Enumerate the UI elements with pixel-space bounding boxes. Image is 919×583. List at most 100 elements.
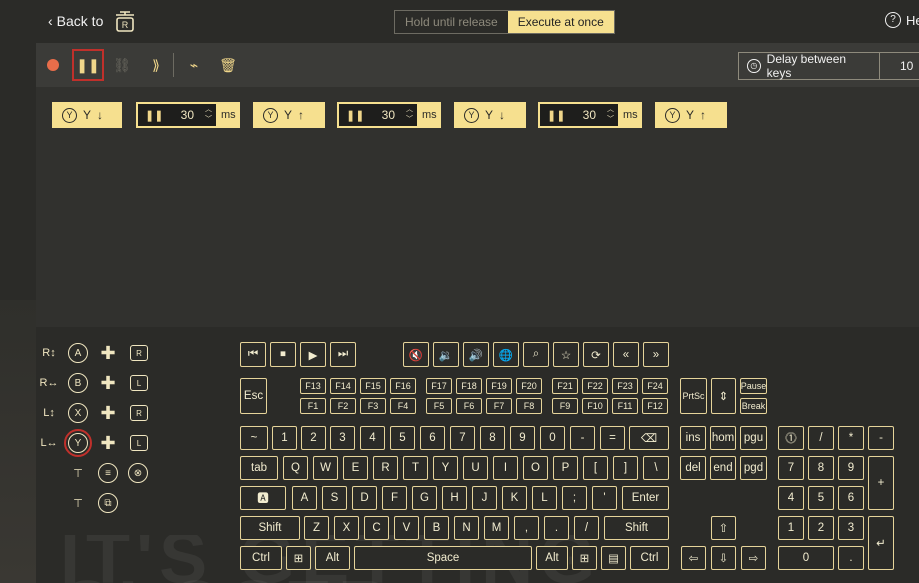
key-period[interactable]: . [544, 516, 569, 540]
key-6[interactable]: 6 [420, 426, 445, 450]
right-trigger-key[interactable]: R ↔ [38, 372, 60, 394]
mode-hold-until-release[interactable]: Hold until release [395, 11, 508, 33]
context-menu-icon[interactable]: ▤ [601, 546, 626, 570]
key-tab[interactable]: tab [240, 456, 278, 480]
key-i[interactable]: I [493, 456, 518, 480]
key-page-up[interactable]: pgu [740, 426, 767, 450]
arrow-up-icon[interactable]: ⇧ [711, 516, 736, 540]
key-s[interactable]: S [322, 486, 347, 510]
key-c[interactable]: C [364, 516, 389, 540]
key-bracket-left[interactable]: [ [583, 456, 608, 480]
execution-mode-toggle[interactable]: Hold until release Execute at once [394, 10, 615, 34]
scroll-lock-icon[interactable]: ⇕ [711, 378, 736, 414]
key-x[interactable]: X [334, 516, 359, 540]
sequence-key-y-up[interactable]: Y Y ↑ [655, 102, 727, 128]
key-f9[interactable]: F9 [552, 398, 578, 414]
key-equals[interactable]: = [600, 426, 625, 450]
key-num-2[interactable]: 2 [808, 516, 834, 540]
key-u[interactable]: U [463, 456, 488, 480]
key-num-7[interactable]: 7 [778, 456, 804, 480]
key-4[interactable]: 4 [360, 426, 385, 450]
key-l[interactable]: L [532, 486, 557, 510]
dpad-icon[interactable]: ✚ [97, 432, 119, 454]
key-prtsc[interactable]: PrtSc [680, 378, 707, 414]
mode-execute-at-once[interactable]: Execute at once [507, 11, 614, 33]
dpad-icon[interactable]: ✚ [97, 372, 119, 394]
key-f22[interactable]: F22 [582, 378, 608, 394]
menu-button-icon[interactable]: ≡ [98, 463, 118, 483]
key-f21[interactable]: F21 [552, 378, 578, 394]
play-icon[interactable]: ▶ [300, 342, 326, 367]
key-r[interactable]: R [373, 456, 398, 480]
key-enter[interactable]: Enter [622, 486, 669, 510]
sequence-wait[interactable]: ❚❚ 30 ︿ ﹀ ms [136, 102, 240, 128]
wait-value[interactable]: 30 [181, 108, 194, 122]
key-num-9[interactable]: 9 [838, 456, 864, 480]
arrow-down-icon[interactable]: ⇩ [711, 546, 736, 570]
right-bumper-key[interactable]: R [130, 405, 148, 421]
key-delete[interactable]: del [680, 456, 706, 480]
key-pause[interactable]: Pause [740, 378, 767, 394]
key-f23[interactable]: F23 [612, 378, 638, 394]
key-f11[interactable]: F11 [612, 398, 638, 414]
delay-value[interactable]: 10 [880, 53, 913, 79]
key-f1[interactable]: F1 [300, 398, 326, 414]
previous-track-icon[interactable]: ⏮ [240, 342, 266, 367]
key-7[interactable]: 7 [450, 426, 475, 450]
key-8[interactable]: 8 [480, 426, 505, 450]
left-trigger-key[interactable]: L ↕ [38, 402, 60, 424]
key-shift-left[interactable]: Shift [240, 516, 300, 540]
volume-down-icon[interactable]: 🔉 [433, 342, 459, 367]
key-m[interactable]: M [484, 516, 509, 540]
key-num-divide[interactable]: / [808, 426, 834, 450]
delay-between-keys[interactable]: ◷ Delay between keys 10 [738, 52, 919, 80]
a-button[interactable]: A [68, 343, 88, 363]
key-minus[interactable]: - [570, 426, 595, 450]
sequence-key-y-up[interactable]: Y Y ↑ [253, 102, 325, 128]
key-insert[interactable]: ins [680, 426, 706, 450]
key-ctrl-right[interactable]: Ctrl [630, 546, 669, 570]
key-o[interactable]: O [523, 456, 548, 480]
key-num-3[interactable]: 3 [838, 516, 864, 540]
search-icon[interactable]: ⌕ [523, 342, 549, 367]
key-esc[interactable]: Esc [240, 378, 267, 414]
key-num-6[interactable]: 6 [838, 486, 864, 510]
key-alt-left[interactable]: Alt [315, 546, 350, 570]
favorites-icon[interactable]: ☆ [553, 342, 579, 367]
left-bumper-key[interactable]: L [130, 435, 148, 451]
key-f6[interactable]: F6 [456, 398, 482, 414]
wait-value[interactable]: 30 [382, 108, 395, 122]
key-q[interactable]: Q [283, 456, 308, 480]
key-f10[interactable]: F10 [582, 398, 608, 414]
refresh-icon[interactable]: ⟳ [583, 342, 609, 367]
key-f14[interactable]: F14 [330, 378, 356, 394]
key-home[interactable]: hom [710, 426, 736, 450]
key-f4[interactable]: F4 [390, 398, 416, 414]
key-t[interactable]: T [403, 456, 428, 480]
key-slash[interactable]: / [574, 516, 599, 540]
key-ctrl-left[interactable]: Ctrl [240, 546, 282, 570]
key-space[interactable]: Space [354, 546, 532, 570]
sequence-key-y-down[interactable]: Y Y ↓ [454, 102, 526, 128]
split-button[interactable]: ⟫ [144, 53, 168, 77]
clear-button[interactable]: ⌁ [182, 53, 206, 77]
left-bumper-key[interactable]: L [130, 375, 148, 391]
key-f2[interactable]: F2 [330, 398, 356, 414]
key-e[interactable]: E [343, 456, 368, 480]
browser-back-icon[interactable]: « [613, 342, 639, 367]
windows-icon[interactable]: ⊞ [286, 546, 311, 570]
key-1[interactable]: 1 [272, 426, 297, 450]
key-a[interactable]: A [292, 486, 317, 510]
key-5[interactable]: 5 [390, 426, 415, 450]
key-f3[interactable]: F3 [360, 398, 386, 414]
key-f15[interactable]: F15 [360, 378, 386, 394]
key-num-decimal[interactable]: . [838, 546, 864, 570]
windows-icon[interactable]: ⊞ [572, 546, 597, 570]
enter-icon[interactable]: ↵ [868, 516, 894, 570]
insert-delay-button[interactable]: ❚❚ [72, 49, 104, 81]
key-9[interactable]: 9 [510, 426, 535, 450]
volume-up-icon[interactable]: 🔊 [463, 342, 489, 367]
key-g[interactable]: G [412, 486, 437, 510]
key-num-0[interactable]: 0 [778, 546, 834, 570]
key-w[interactable]: W [313, 456, 338, 480]
